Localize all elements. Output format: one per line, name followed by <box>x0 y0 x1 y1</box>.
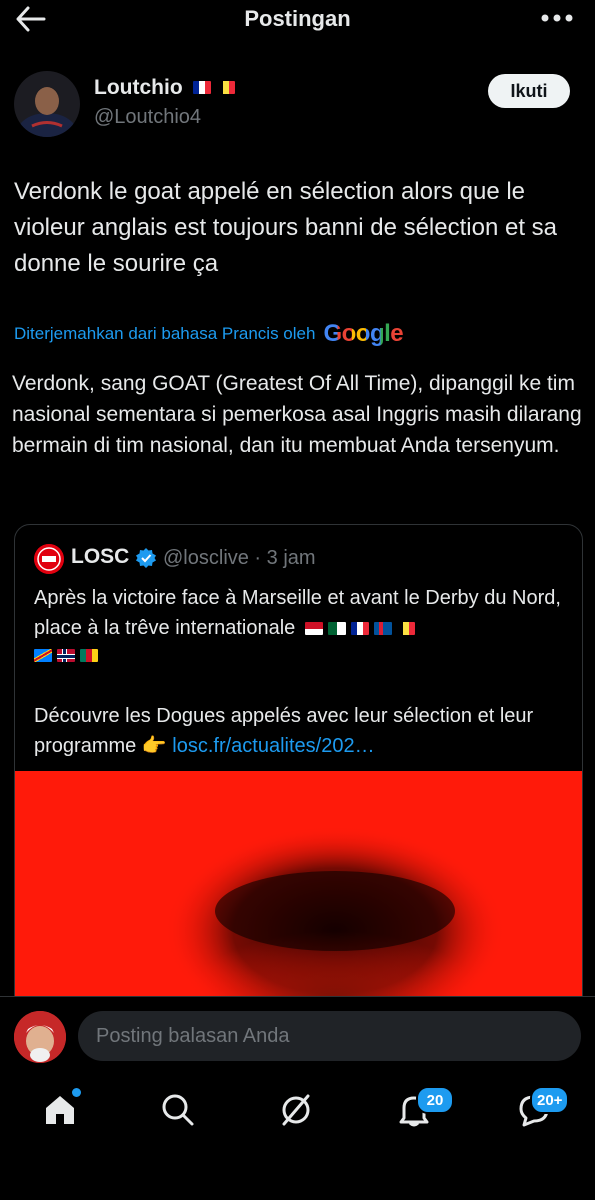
quoted-post-link[interactable]: losc.fr/actualites/202… <box>172 735 374 757</box>
search-icon[interactable] <box>160 1092 200 1132</box>
translation-note[interactable]: Diterjemahkan dari bahasa Prancis oleh G… <box>14 320 404 348</box>
top-bar: Postingan <box>0 0 595 40</box>
losc-logo-icon[interactable] <box>34 544 64 574</box>
reply-bar: Posting balasan Anda <box>0 996 595 1075</box>
author-handle[interactable]: @Loutchio4 <box>94 106 201 129</box>
dr-congo-flag-icon <box>34 649 52 662</box>
indonesia-flag-icon <box>304 622 323 636</box>
algeria-flag-icon <box>327 622 346 636</box>
france-flag-icon <box>350 622 369 636</box>
quoted-text-part1: Après la victoire face à Marseille et av… <box>34 587 561 639</box>
quoted-flags-line1 <box>304 622 415 636</box>
author-avatar[interactable] <box>14 71 80 137</box>
quoted-handle-time: @losclive · 3 jam <box>163 547 316 569</box>
messages-badge: 20+ <box>530 1086 570 1114</box>
verified-badge-icon <box>135 547 157 569</box>
belgium-flag-icon <box>217 81 235 94</box>
post-text: Verdonk le goat appelé en sélection alor… <box>14 178 557 277</box>
notifications-badge: 20 <box>416 1086 454 1114</box>
reply-input[interactable]: Posting balasan Anda <box>78 1011 581 1061</box>
grok-icon[interactable] <box>278 1092 318 1132</box>
norway-flag-icon <box>57 649 75 662</box>
home-new-dot <box>72 1088 81 1097</box>
follow-button[interactable]: Ikuti <box>488 74 570 108</box>
home-icon[interactable] <box>42 1092 82 1132</box>
quoted-post-text: Après la victoire face à Marseille et av… <box>34 583 569 643</box>
more-options-icon[interactable] <box>539 6 575 30</box>
quoted-post-text-2: Découvre les Dogues appelés avec leur sé… <box>34 701 574 761</box>
bottom-nav: 20 20+ <box>0 1074 595 1200</box>
google-logo-icon: Google <box>323 320 404 347</box>
iceland-flag-icon <box>373 622 392 636</box>
quoted-post-card[interactable]: LOSC @losclive · 3 jam Après la victoire… <box>14 524 583 1046</box>
translation-text: Verdonk, sang GOAT (Greatest Of All Time… <box>12 372 582 457</box>
page-title: Postingan <box>244 6 351 31</box>
quoted-author-name: LOSC <box>71 545 130 568</box>
author-display-name[interactable]: Loutchio <box>94 76 183 100</box>
quoted-flags-line2 <box>34 649 98 662</box>
belgium-flag-icon <box>396 622 415 636</box>
france-flag-icon <box>193 81 211 94</box>
cameroon-flag-icon <box>80 649 98 662</box>
my-avatar[interactable] <box>14 1011 66 1063</box>
author-flags <box>193 81 235 94</box>
translation-note-label: Diterjemahkan dari bahasa Prancis oleh <box>14 324 316 343</box>
